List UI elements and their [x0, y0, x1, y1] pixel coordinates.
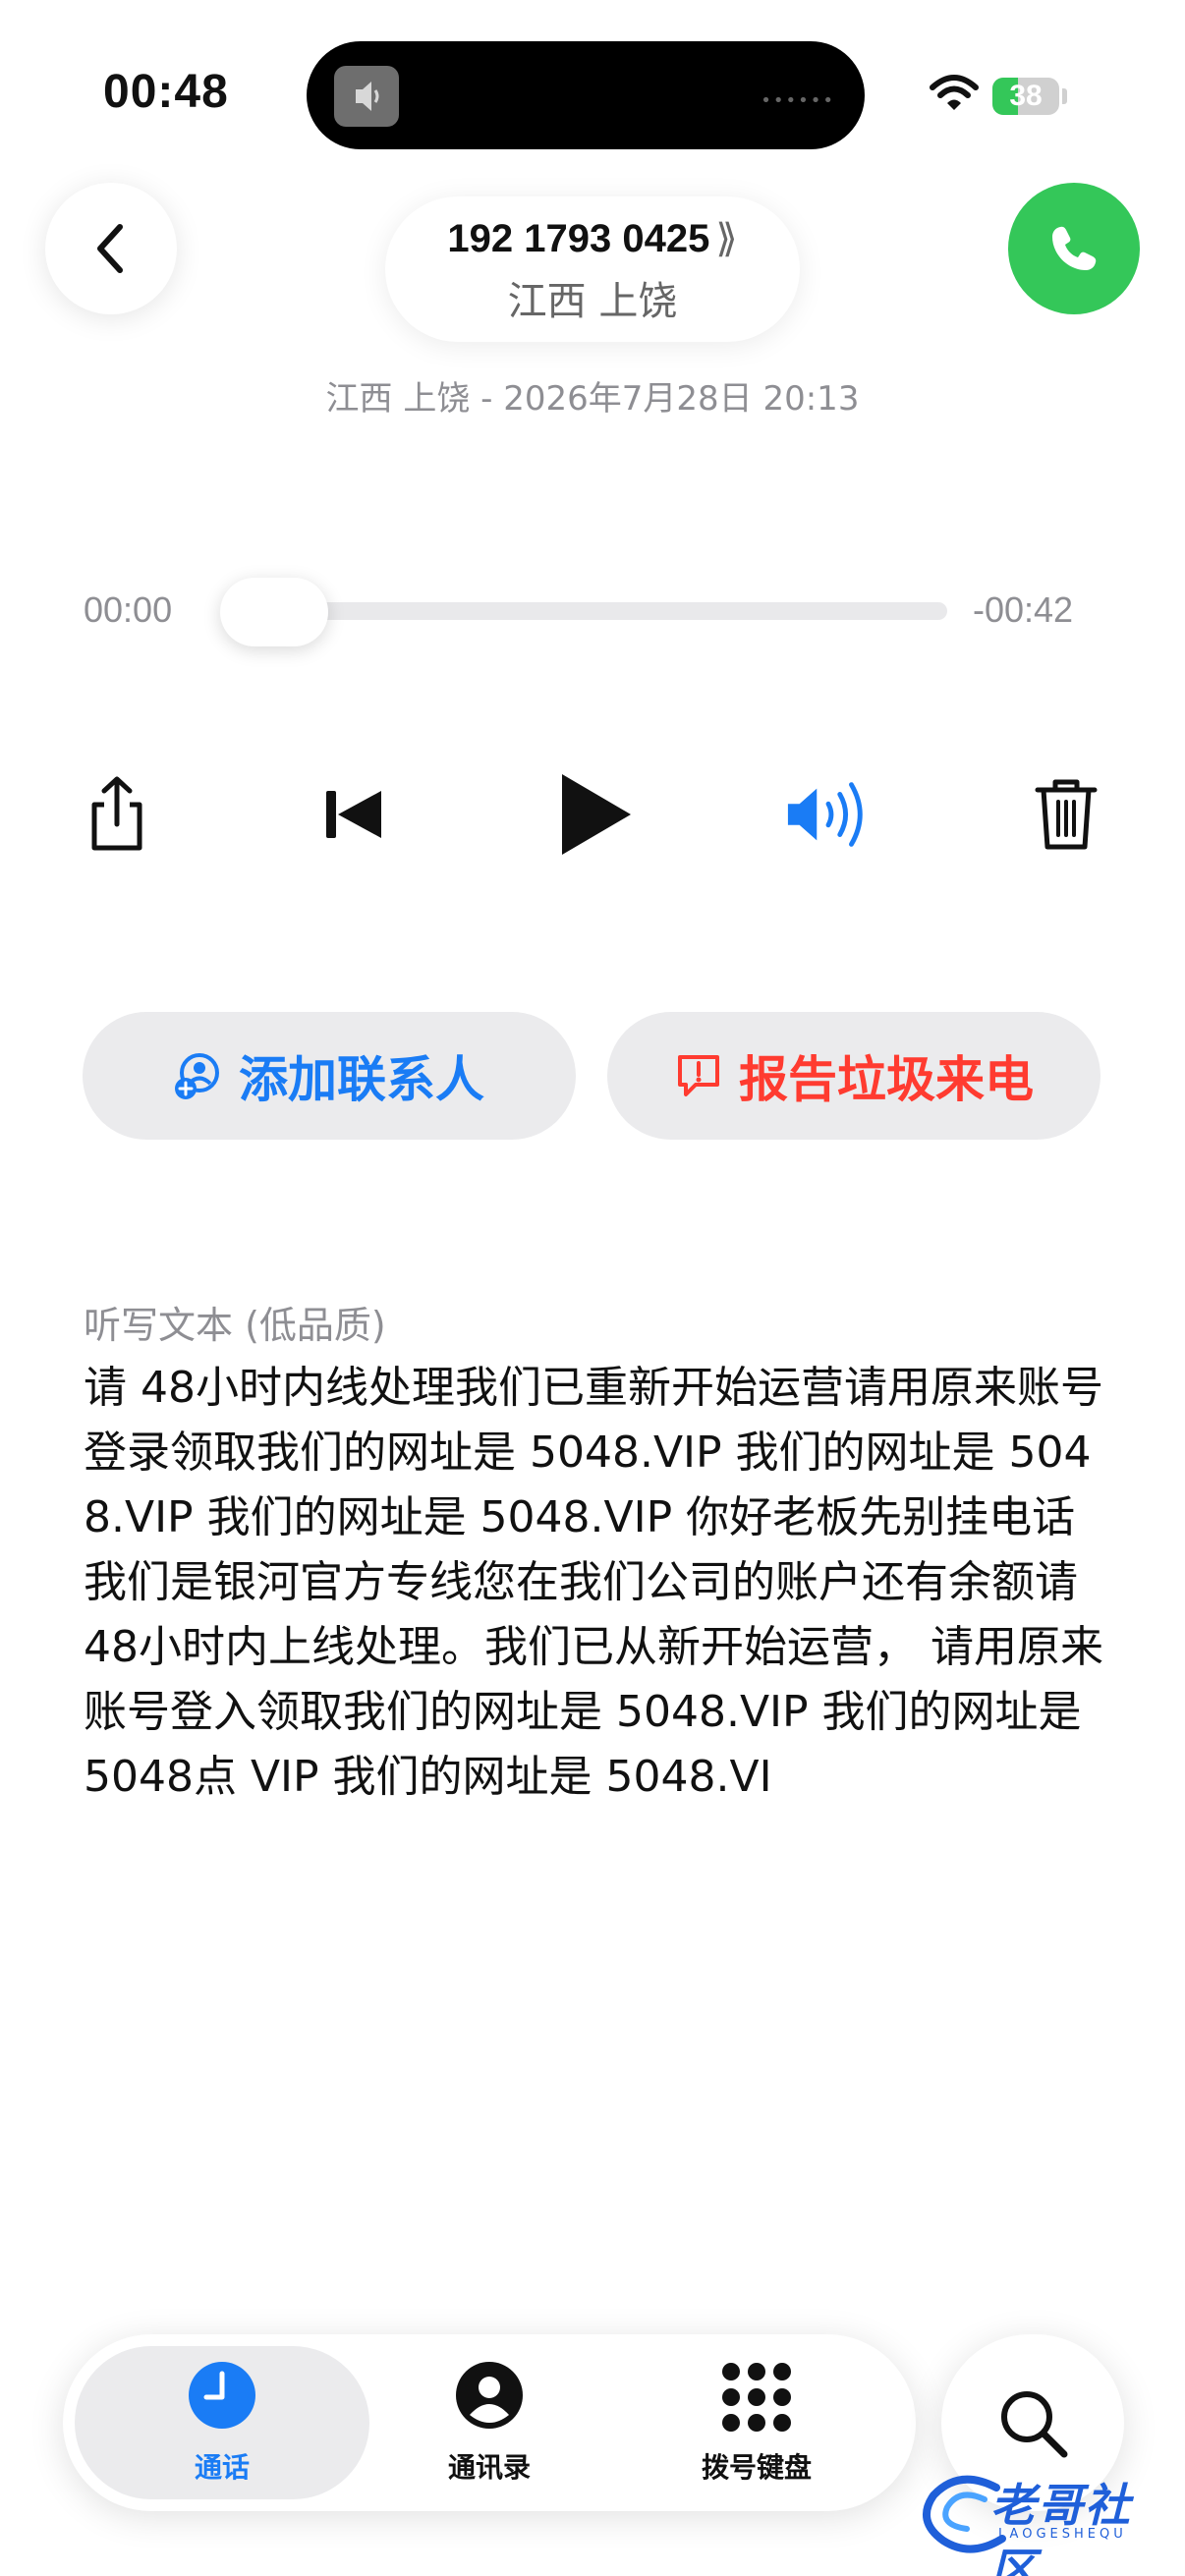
tab-keypad[interactable]: 拨号键盘: [609, 2346, 904, 2499]
share-button[interactable]: [73, 770, 161, 859]
speaker-icon: [787, 782, 863, 847]
chevron-left-icon: [97, 224, 123, 273]
chevron-right-icon: ⟫: [715, 217, 738, 260]
report-spam-label: 报告垃圾来电: [739, 1051, 1034, 1108]
caller-location: 江西 上饶: [507, 279, 678, 324]
report-icon: [678, 1055, 719, 1096]
delete-button[interactable]: [1022, 770, 1110, 859]
elapsed-time: 00:00: [84, 589, 173, 630]
call-date-info: 江西 上饶 - 2026年7月28日 20:13: [325, 379, 860, 419]
add-contact-label: 添加联系人: [239, 1051, 484, 1108]
tab-contacts-label: 通讯录: [447, 2451, 531, 2484]
clock-icon: [75, 2360, 369, 2435]
battery-level: 38: [1009, 80, 1043, 112]
share-icon: [91, 776, 142, 851]
search-icon: [1001, 2391, 1068, 2458]
caller-number-row: 192 1793 0425 ⟫: [385, 216, 800, 261]
tab-contacts[interactable]: 通讯录: [342, 2346, 637, 2499]
watermark-title: 老哥社区: [990, 2479, 1132, 2576]
skip-back-button[interactable]: [310, 770, 399, 859]
battery-cap: [1062, 88, 1067, 104]
watermark-logo: 老哥社区 LAOGESHEQU: [920, 2466, 1177, 2576]
play-button[interactable]: [548, 770, 637, 859]
playback-scrubber[interactable]: [220, 602, 947, 620]
island-dots: ••••••: [761, 90, 835, 111]
wifi-icon: [930, 74, 979, 117]
tab-calls-label: 通话: [194, 2451, 250, 2484]
play-icon: [562, 774, 631, 855]
add-contact-button[interactable]: 添加联系人: [83, 1012, 576, 1140]
back-button[interactable]: [45, 183, 177, 314]
call-button[interactable]: [1008, 183, 1140, 314]
tab-bar: 通话 通讯录 拨号键盘: [63, 2334, 916, 2511]
scrubber-thumb[interactable]: [220, 578, 328, 646]
contacts-icon: [342, 2360, 637, 2435]
phone-icon: [1052, 226, 1097, 270]
transcript-text: 请 48小时内线处理我们已重新开始运营请用原来账号登录领取我们的网址是 5048…: [84, 1363, 1103, 1802]
remaining-time: -00:42: [973, 589, 1074, 630]
caller-title-pill[interactable]: 192 1793 0425 ⟫ 江西 上饶: [385, 196, 800, 342]
add-contact-icon: [175, 1053, 219, 1099]
keypad-icon: [609, 2360, 904, 2435]
trash-icon: [1035, 779, 1098, 850]
tab-keypad-label: 拨号键盘: [701, 2451, 812, 2484]
report-spam-button[interactable]: 报告垃圾来电: [607, 1012, 1100, 1140]
skip-back-icon: [326, 791, 381, 838]
battery-icon: 38: [992, 78, 1059, 115]
voicemail-detail-screen: 00:48 •••••• 38 192 1793 0425 ⟫ 江西 上饶 江西…: [0, 0, 1185, 2576]
speaker-button[interactable]: [784, 770, 873, 859]
speaker-indicator-icon: [334, 66, 399, 127]
watermark-subtitle: LAOGESHEQU: [998, 2527, 1127, 2542]
tab-calls[interactable]: 通话: [75, 2346, 369, 2499]
dynamic-island: ••••••: [307, 41, 865, 149]
status-time: 00:48: [103, 66, 229, 118]
phone-number: 192 1793 0425: [447, 217, 710, 260]
transcript-label: 听写文本 (低品质): [84, 1304, 386, 1347]
